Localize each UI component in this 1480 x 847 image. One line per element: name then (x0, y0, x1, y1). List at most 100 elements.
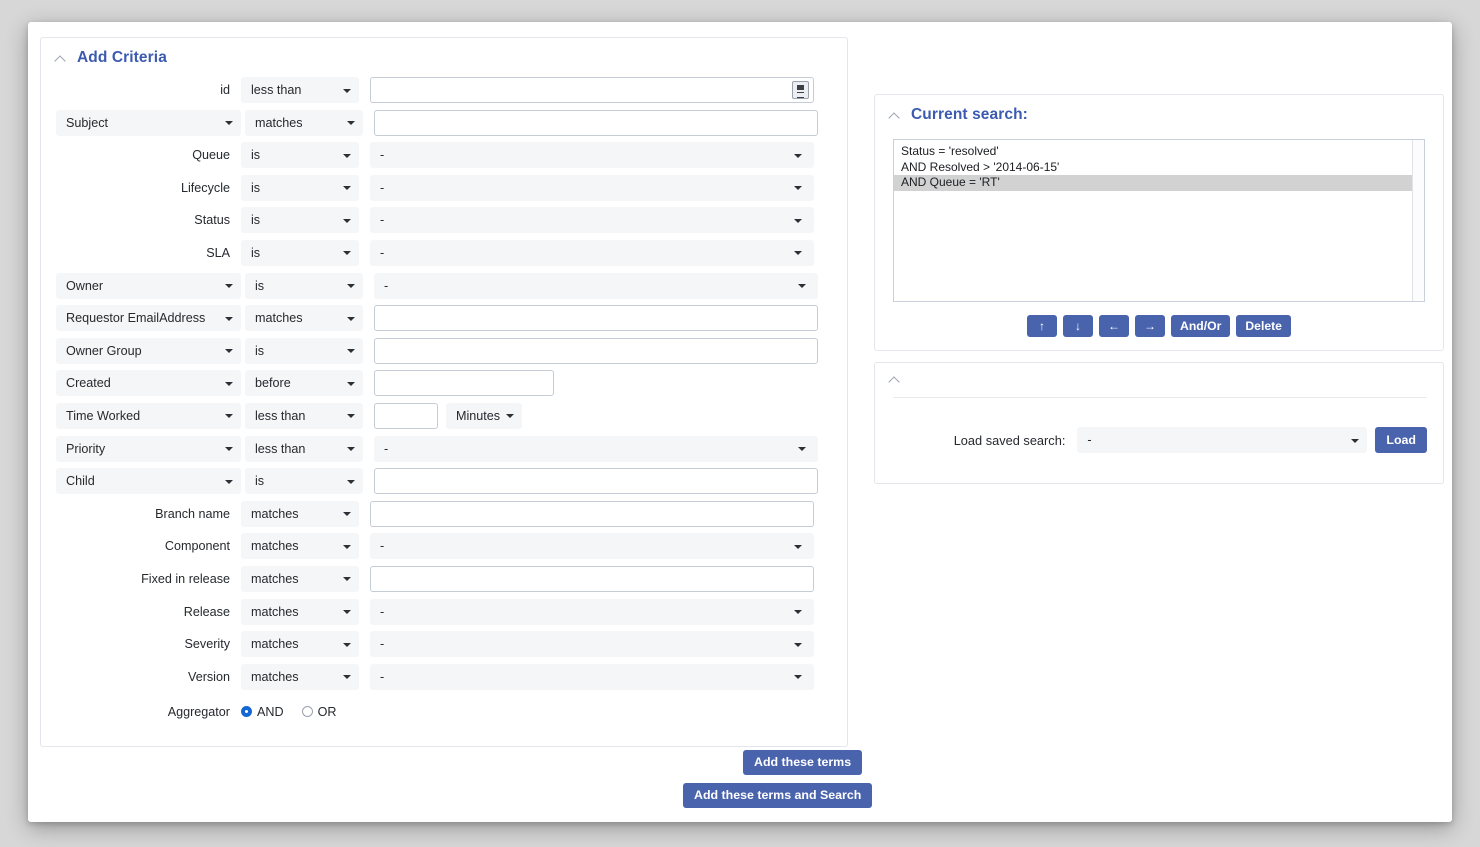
operator-value: is (255, 343, 265, 358)
chevron-down-icon (343, 675, 351, 680)
chevron-down-icon (347, 479, 355, 484)
search-term-item[interactable]: Status = 'resolved' (894, 144, 1424, 160)
move-left-button[interactable]: ← (1099, 315, 1130, 337)
value-select-value: - (384, 278, 389, 293)
value-input-subject[interactable] (374, 109, 818, 136)
criteria-row-child: Child is (41, 468, 847, 495)
value-input-fixed-in-release[interactable] (370, 565, 814, 592)
value-input-id[interactable] (370, 77, 814, 103)
field-label-branch-name: Branch name (155, 506, 230, 521)
saved-search-select[interactable]: - (1077, 427, 1368, 453)
value-select-component[interactable]: - (370, 533, 814, 560)
field-select-requestor-emailaddress[interactable]: Requestor EmailAddress (56, 305, 241, 332)
current-search-listbox[interactable]: Status = 'resolved' AND Resolved > '2014-… (893, 139, 1425, 302)
value-select-release[interactable]: - (370, 598, 814, 625)
operator-select-version[interactable]: matches (241, 663, 359, 690)
value-select-status[interactable]: - (370, 207, 814, 234)
move-down-button[interactable]: ↓ (1063, 315, 1094, 337)
operator-select-owner[interactable]: is (245, 272, 363, 299)
value-select-version[interactable]: - (370, 663, 814, 690)
field-select-priority[interactable]: Priority (56, 435, 241, 462)
chevron-up-icon[interactable] (889, 109, 902, 122)
chevron-down-icon (343, 512, 351, 517)
aggregator-option-or[interactable]: OR (301, 705, 336, 719)
operator-select-requestor-emailaddress[interactable]: matches (245, 305, 363, 332)
listbox-scrollbar[interactable] (1412, 140, 1424, 301)
operator-value: is (255, 474, 265, 489)
field-select-subject[interactable]: Subject (56, 109, 241, 136)
load-saved-search-header[interactable] (875, 363, 1443, 391)
value-select-sla[interactable]: - (370, 239, 814, 266)
search-term-item[interactable]: AND Queue = 'RT' (894, 175, 1424, 191)
field-select-created[interactable]: Created (56, 370, 241, 397)
field-label-id: id (220, 83, 230, 97)
operator-select-child[interactable]: is (245, 468, 363, 495)
load-button[interactable]: Load (1375, 427, 1427, 453)
load-saved-search-panel: Load saved search: - Load (874, 362, 1444, 484)
value-select-value: - (380, 213, 385, 228)
unit-select-time-worked[interactable]: Minutes (446, 402, 522, 429)
operator-select-fixed-in-release[interactable]: matches (241, 565, 359, 592)
add-criteria-title: Add Criteria (77, 49, 167, 66)
operator-select-lifecycle[interactable]: is (241, 174, 359, 201)
operator-select-branch-name[interactable]: matches (241, 500, 359, 527)
operator-select-time-worked[interactable]: less than (245, 402, 363, 429)
chevron-down-icon (343, 153, 351, 158)
criteria-row-priority: Priority less than - (41, 435, 847, 462)
value-select-lifecycle[interactable]: - (370, 174, 814, 201)
value-input-requestor-emailaddress[interactable] (374, 305, 818, 332)
chevron-down-icon (347, 414, 355, 419)
search-term-item[interactable]: AND Resolved > '2014-06-15' (894, 160, 1424, 176)
criteria-row-queue: Queue is - (41, 142, 847, 169)
value-select-value: - (380, 669, 385, 684)
and-or-button[interactable]: And/Or (1171, 315, 1231, 337)
chevron-down-icon (794, 218, 802, 223)
move-right-button[interactable]: → (1135, 315, 1166, 337)
add-these-terms-and-search-button[interactable]: Add these terms and Search (683, 783, 873, 808)
chevron-up-icon[interactable] (55, 52, 68, 65)
add-these-terms-button[interactable]: Add these terms (743, 750, 863, 775)
operator-select-id[interactable]: less than (241, 77, 359, 103)
current-search-header[interactable]: Current search: (875, 95, 1443, 128)
field-select-value: Time Worked (66, 408, 141, 423)
move-up-button[interactable]: ↑ (1027, 315, 1058, 337)
operator-select-created[interactable]: before (245, 370, 363, 397)
operator-select-release[interactable]: matches (241, 598, 359, 625)
operator-value: matches (251, 506, 299, 521)
operator-select-subject[interactable]: matches (245, 109, 363, 136)
chevron-down-icon (347, 316, 355, 321)
ticket-picker-icon[interactable] (792, 81, 809, 99)
value-select-value: - (380, 180, 385, 195)
value-select-priority[interactable]: - (374, 435, 818, 462)
field-select-owner-group[interactable]: Owner Group (56, 337, 241, 364)
operator-select-component[interactable]: matches (241, 533, 359, 560)
chevron-down-icon (343, 610, 351, 614)
value-input-child[interactable] (374, 468, 818, 495)
value-select-owner[interactable]: - (374, 272, 818, 299)
load-saved-search-label: Load saved search: (953, 432, 1066, 448)
value-input-time-worked[interactable] (374, 402, 438, 429)
operator-select-severity[interactable]: matches (241, 631, 359, 658)
value-input-created[interactable] (374, 370, 554, 397)
chevron-down-icon (347, 284, 355, 289)
value-input-owner-group[interactable] (374, 337, 818, 364)
field-select-owner[interactable]: Owner (56, 272, 241, 299)
operator-select-sla[interactable]: is (241, 239, 359, 266)
radio-icon[interactable] (301, 706, 313, 718)
add-criteria-header[interactable]: Add Criteria (41, 38, 847, 71)
operator-select-priority[interactable]: less than (245, 435, 363, 462)
aggregator-option-and[interactable]: AND (241, 705, 284, 719)
value-input-branch-name[interactable] (370, 500, 814, 527)
operator-select-status[interactable]: is (241, 207, 359, 234)
delete-button[interactable]: Delete (1236, 315, 1291, 337)
operator-value: matches (251, 669, 299, 684)
value-select-queue[interactable]: - (370, 142, 814, 169)
field-select-time-worked[interactable]: Time Worked (56, 402, 241, 429)
aggregator-radio-group[interactable]: AND OR (241, 705, 354, 719)
value-select-severity[interactable]: - (370, 631, 814, 658)
chevron-down-icon (225, 284, 233, 289)
operator-select-queue[interactable]: is (241, 142, 359, 169)
operator-select-owner-group[interactable]: is (245, 337, 363, 364)
field-select-child[interactable]: Child (56, 468, 241, 495)
radio-icon[interactable] (241, 706, 252, 718)
